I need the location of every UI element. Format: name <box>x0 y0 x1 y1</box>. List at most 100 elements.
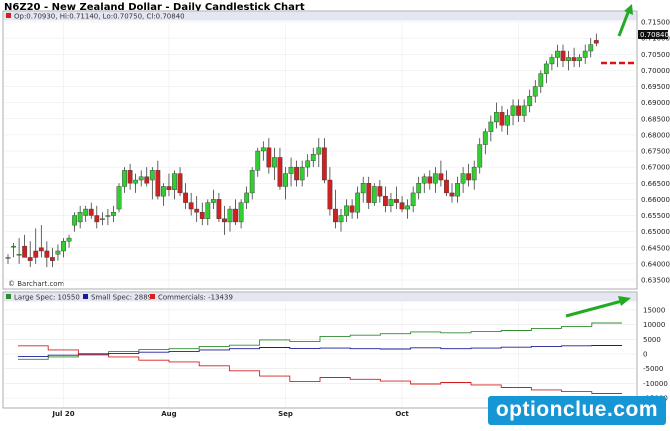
price-y-tick: 0.70500 <box>641 51 670 59</box>
candle-body-up <box>288 166 294 174</box>
candle-body-up <box>5 257 11 259</box>
candle-body-up <box>494 112 499 123</box>
candle-body-up <box>11 245 16 248</box>
candle-body-down <box>321 147 327 181</box>
candle-body-down <box>188 202 194 210</box>
candle-body-up <box>555 50 560 58</box>
candle-body-up <box>149 170 155 181</box>
candle-body-up <box>260 147 266 152</box>
candle-body-up <box>244 192 250 203</box>
price-y-tick: 0.63500 <box>641 277 670 285</box>
candle-body-down <box>183 192 188 203</box>
candle-body-up <box>371 186 377 203</box>
cot-panel <box>2 291 638 409</box>
candle-body-up <box>543 63 549 74</box>
ohlc-swatch <box>6 13 11 18</box>
price-y-tick: 0.65000 <box>641 228 670 236</box>
candle-body-up <box>310 154 316 161</box>
legend-swatch-large <box>6 294 11 299</box>
candle-body-up <box>116 186 122 210</box>
candle-body-down <box>466 173 472 181</box>
candle-body-down <box>593 40 599 44</box>
candle-body-down <box>438 173 444 181</box>
candle-body-up <box>205 202 211 219</box>
candle-body-up <box>122 170 127 187</box>
candle-body-down <box>444 179 449 194</box>
watermark: optionclue.com <box>487 396 666 425</box>
candle-body-up <box>272 157 277 168</box>
legend-swatch-small <box>83 294 88 299</box>
candle-body-down <box>177 173 183 194</box>
candle-body-down <box>449 192 455 197</box>
x-tick: Aug <box>161 410 176 418</box>
candle-body-up <box>138 176 144 181</box>
candle-body-down <box>499 112 505 126</box>
cot-y-tick: -5000 <box>643 365 663 373</box>
candle-body-up <box>505 115 510 126</box>
candle-body-down <box>366 183 372 203</box>
candle-body-up <box>510 105 516 116</box>
price-y-tick: 0.69000 <box>641 99 670 107</box>
candle-body-up <box>338 215 344 223</box>
candle-body-up <box>421 176 427 184</box>
candle-body-down <box>427 176 433 184</box>
candle-body-up <box>521 105 527 116</box>
candle-body-down <box>155 170 161 197</box>
candle-body-down <box>222 218 227 223</box>
candle-body-down <box>377 186 383 197</box>
candle-body-up <box>238 202 244 223</box>
candle-body-down <box>27 257 33 261</box>
legend-commercials: Commercials: -13439 <box>158 294 233 302</box>
candle-body-down <box>383 195 388 207</box>
candle-body-up <box>77 212 83 223</box>
cot-y-tick: 0 <box>643 351 647 359</box>
candle-body-down <box>516 105 522 116</box>
candle-body-up <box>582 50 588 58</box>
candle-body-up <box>532 86 538 97</box>
candle-body-down <box>571 57 577 61</box>
price-y-tick: 0.64500 <box>641 244 670 252</box>
candle-body-up <box>405 205 410 210</box>
candle-body-up <box>66 237 72 242</box>
candle-body-up <box>549 57 555 65</box>
candle-body-down <box>166 186 172 190</box>
legend-swatch-commercials <box>150 294 155 299</box>
candle-body-up <box>172 173 177 190</box>
x-tick: Jul 20 <box>51 410 74 418</box>
candle-body-down <box>38 247 44 252</box>
price-y-tick: 0.70000 <box>641 67 670 75</box>
price-y-tick: 0.69500 <box>641 83 670 91</box>
candle-body-up <box>477 144 483 168</box>
candle-body-up <box>388 199 394 207</box>
candle-body-up <box>471 166 477 181</box>
candle-body-up <box>577 57 583 61</box>
candle-body-up <box>488 121 494 132</box>
chart-canvas: Op:0.70930, Hi:0.71140, Lo:0.70750, Cl:0… <box>2 4 670 418</box>
x-axis: Jul 20AugSepOctNov <box>51 410 526 418</box>
cot-y-tick: 10000 <box>643 321 665 329</box>
candle-body-down <box>394 199 399 203</box>
legend-small-spec: Small Spec: 2889 <box>91 294 152 302</box>
candle-body-up <box>360 183 366 194</box>
candle-body-down <box>294 166 299 181</box>
price-y-tick: 0.68000 <box>641 131 670 139</box>
candle-body-up <box>72 215 78 226</box>
candle-body-down <box>194 208 200 213</box>
x-tick: Oct <box>395 410 409 418</box>
candle-body-down <box>399 202 405 210</box>
candle-body-up <box>55 250 61 255</box>
candle-body-up <box>111 212 116 216</box>
candle-body-down <box>33 250 39 258</box>
cot-y-tick: 5000 <box>643 336 661 344</box>
candle-body-up <box>455 183 460 197</box>
x-tick: Sep <box>278 410 293 418</box>
candle-body-up <box>210 199 216 203</box>
candle-body-up <box>316 147 322 155</box>
candle-body-down <box>50 257 55 261</box>
candle-body-up <box>538 73 544 87</box>
candle-body-down <box>277 157 283 187</box>
candle-body-down <box>216 199 222 219</box>
candle-body-down <box>327 179 333 210</box>
price-y-tick: 0.67500 <box>641 148 670 156</box>
price-y-axis: 0.715000.710000.705000.700000.695000.690… <box>641 19 670 285</box>
